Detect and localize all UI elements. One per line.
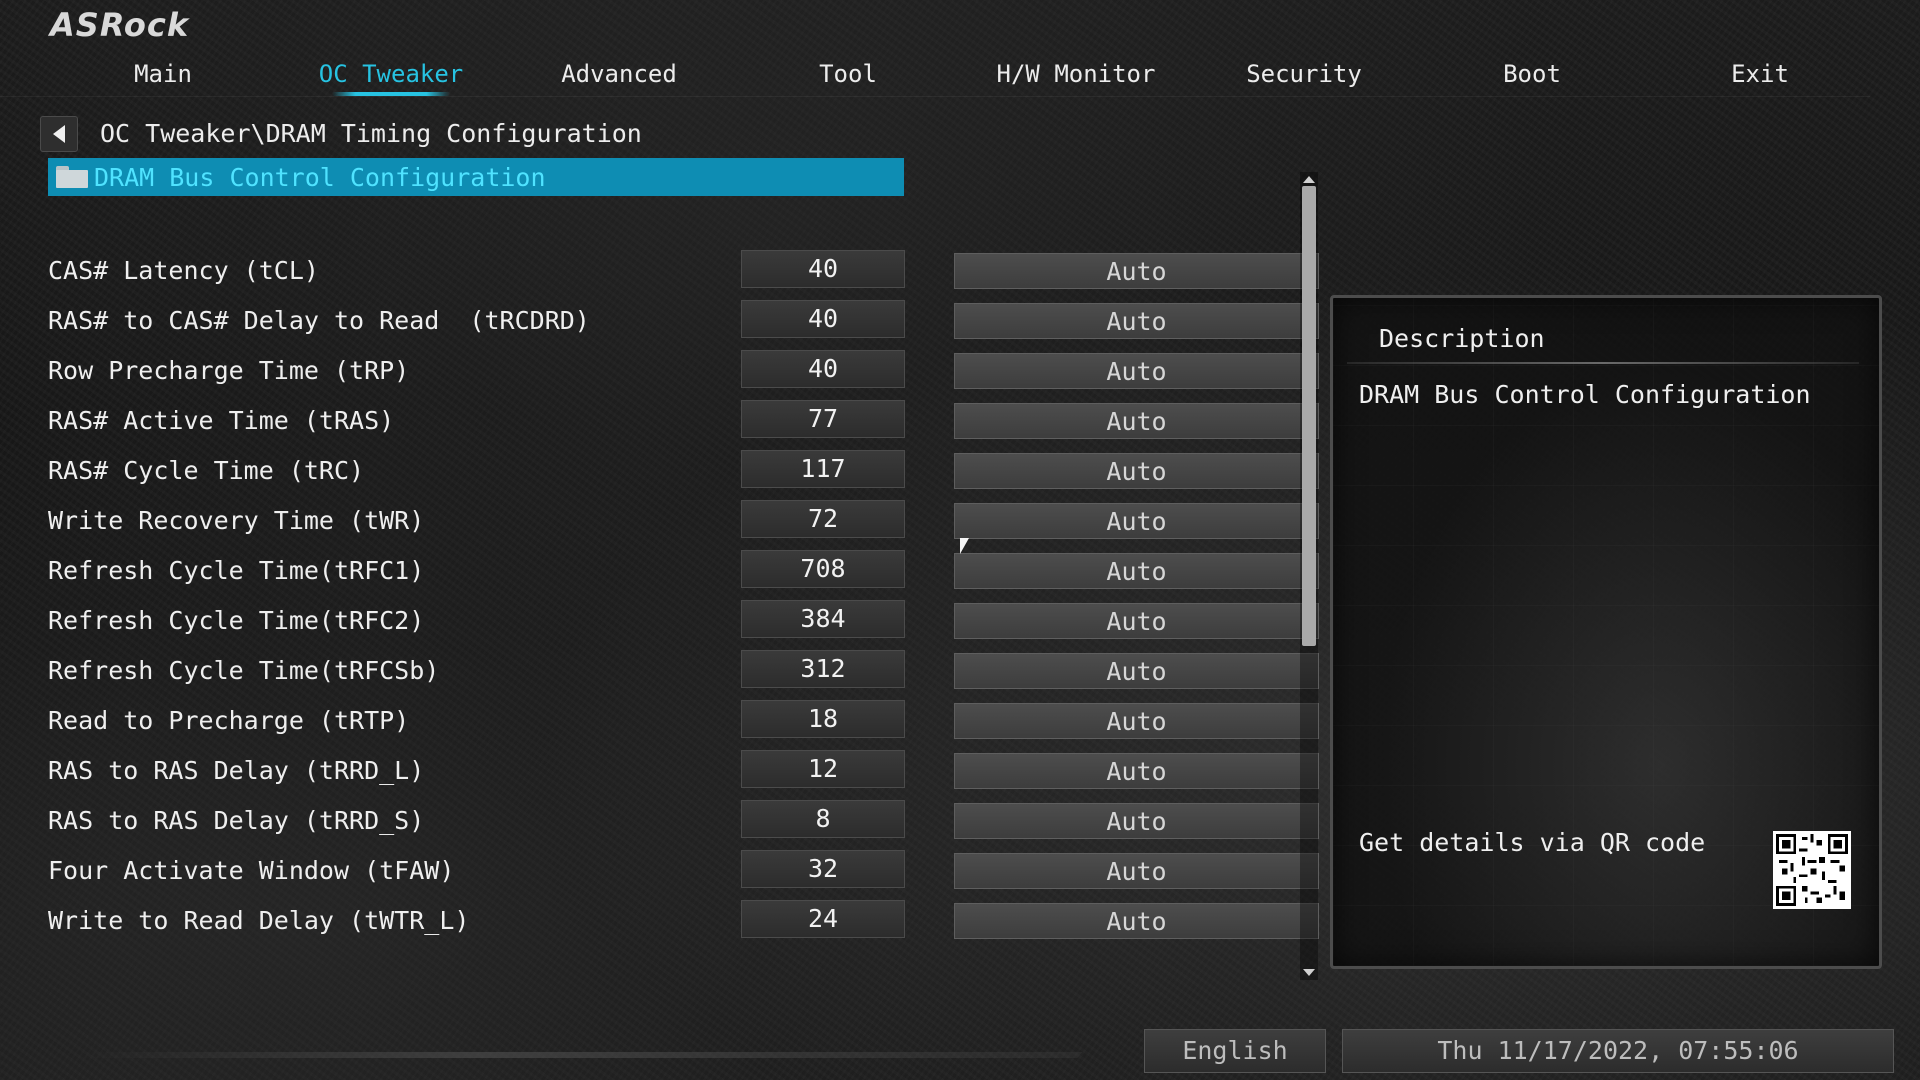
description-title: Description — [1379, 324, 1545, 353]
description-text: DRAM Bus Control Configuration — [1359, 380, 1811, 409]
qr-label: Get details via QR code — [1359, 828, 1706, 857]
setting-value-field[interactable]: 312 — [741, 650, 905, 688]
setting-value-field[interactable]: 708 — [741, 550, 905, 588]
setting-row-trfc2: Refresh Cycle Time(tRFC2) 384 Auto — [48, 600, 1319, 642]
datetime-display: Thu 11/17/2022, 07:55:06 — [1342, 1029, 1894, 1073]
setting-option-select[interactable]: Auto — [954, 303, 1319, 339]
tab-main[interactable]: Main — [63, 60, 263, 88]
scroll-up-arrow-icon[interactable] — [1303, 176, 1315, 183]
setting-label: Write to Read Delay (tWTR_L) — [48, 906, 470, 935]
scrollbar-thumb[interactable] — [1302, 186, 1316, 646]
setting-option-select[interactable]: Auto — [954, 653, 1319, 689]
setting-option-select[interactable]: Auto — [954, 903, 1319, 939]
setting-row-twtr-l: Write to Read Delay (tWTR_L) 24 Auto — [48, 900, 1319, 942]
setting-option-select[interactable]: Auto — [954, 753, 1319, 789]
setting-row-tras: RAS# Active Time (tRAS) 77 Auto — [48, 400, 1319, 442]
setting-label: Refresh Cycle Time(tRFC2) — [48, 606, 425, 635]
asrock-logo: ASRock — [50, 6, 190, 44]
setting-value-field[interactable]: 384 — [741, 600, 905, 638]
menu-item-label: DRAM Bus Control Configuration — [94, 162, 546, 192]
setting-value-field[interactable]: 40 — [741, 250, 905, 288]
setting-label: CAS# Latency (tCL) — [48, 256, 319, 285]
tab-oc-tweaker[interactable]: OC Tweaker — [291, 60, 491, 96]
setting-label: Read to Precharge (tRTP) — [48, 706, 410, 735]
scroll-down-arrow-icon[interactable] — [1303, 969, 1315, 976]
bios-screen: ASRock Main OC Tweaker Advanced Tool H/W… — [0, 0, 1920, 1080]
setting-option-select[interactable]: Auto — [954, 353, 1319, 389]
setting-label: Row Precharge Time (tRP) — [48, 356, 410, 385]
tab-hw-monitor[interactable]: H/W Monitor — [976, 60, 1176, 88]
footer-decoration — [77, 1052, 1083, 1058]
setting-label: RAS# Cycle Time (tRC) — [48, 456, 365, 485]
setting-value-field[interactable]: 77 — [741, 400, 905, 438]
setting-label: Write Recovery Time (tWR) — [48, 506, 425, 535]
setting-value-field[interactable]: 72 — [741, 500, 905, 538]
tab-tool[interactable]: Tool — [748, 60, 948, 88]
setting-label: Refresh Cycle Time(tRFCSb) — [48, 656, 440, 685]
setting-option-select[interactable]: Auto — [954, 803, 1319, 839]
menu-item-dram-bus-control[interactable]: DRAM Bus Control Configuration — [48, 158, 904, 196]
mouse-cursor-icon — [960, 538, 969, 554]
setting-row-trrd-s: RAS to RAS Delay (tRRD_S) 8 Auto — [48, 800, 1319, 842]
setting-label: RAS to RAS Delay (tRRD_S) — [48, 806, 425, 835]
setting-label: RAS# to CAS# Delay to Read (tRCDRD) — [48, 306, 590, 335]
setting-value-field[interactable]: 40 — [741, 300, 905, 338]
setting-label: RAS# Active Time (tRAS) — [48, 406, 395, 435]
tab-boot[interactable]: Boot — [1432, 60, 1632, 88]
setting-value-field[interactable]: 117 — [741, 450, 905, 488]
setting-value-field[interactable]: 18 — [741, 700, 905, 738]
qr-code-icon[interactable] — [1773, 831, 1851, 909]
setting-row-trtp: Read to Precharge (tRTP) 18 Auto — [48, 700, 1319, 742]
breadcrumb: OC Tweaker\DRAM Timing Configuration — [100, 119, 642, 148]
tab-security[interactable]: Security — [1204, 60, 1404, 88]
setting-option-select[interactable]: Auto — [954, 253, 1319, 289]
setting-option-select[interactable]: Auto — [954, 703, 1319, 739]
setting-row-trcdrd: RAS# to CAS# Delay to Read (tRCDRD) 40 A… — [48, 300, 1319, 342]
setting-label: Four Activate Window (tFAW) — [48, 856, 455, 885]
setting-label: RAS to RAS Delay (tRRD_L) — [48, 756, 425, 785]
setting-value-field[interactable]: 12 — [741, 750, 905, 788]
setting-value-field[interactable]: 32 — [741, 850, 905, 888]
folder-icon — [56, 166, 88, 188]
setting-row-tcl: CAS# Latency (tCL) 40 Auto — [48, 250, 1319, 292]
setting-row-trrd-l: RAS to RAS Delay (tRRD_L) 12 Auto — [48, 750, 1319, 792]
setting-value-field[interactable]: 8 — [741, 800, 905, 838]
setting-row-trfc1: Refresh Cycle Time(tRFC1) 708 Auto — [48, 550, 1319, 592]
setting-row-trfcsb: Refresh Cycle Time(tRFCSb) 312 Auto — [48, 650, 1319, 692]
language-button[interactable]: English — [1144, 1029, 1326, 1073]
setting-option-select[interactable]: Auto — [954, 403, 1319, 439]
setting-row-twr: Write Recovery Time (tWR) 72 Auto — [48, 500, 1319, 542]
setting-option-select[interactable]: Auto — [954, 603, 1319, 639]
back-button[interactable] — [40, 116, 78, 152]
setting-label: Refresh Cycle Time(tRFC1) — [48, 556, 425, 585]
setting-option-select[interactable]: Auto — [954, 553, 1319, 589]
tab-exit[interactable]: Exit — [1660, 60, 1860, 88]
active-tab-indicator — [332, 92, 450, 96]
setting-row-trc: RAS# Cycle Time (tRC) 117 Auto — [48, 450, 1319, 492]
setting-option-select[interactable]: Auto — [954, 453, 1319, 489]
description-panel: Description DRAM Bus Control Configurati… — [1330, 295, 1882, 969]
tab-advanced[interactable]: Advanced — [519, 60, 719, 88]
setting-value-field[interactable]: 24 — [741, 900, 905, 938]
top-nav: Main OC Tweaker Advanced Tool H/W Monito… — [0, 56, 1870, 97]
setting-row-tfaw: Four Activate Window (tFAW) 32 Auto — [48, 850, 1319, 892]
setting-value-field[interactable]: 40 — [741, 350, 905, 388]
setting-option-select[interactable]: Auto — [954, 853, 1319, 889]
setting-option-select[interactable]: Auto — [954, 503, 1319, 539]
settings-scrollbar[interactable] — [1300, 172, 1318, 980]
setting-row-trp: Row Precharge Time (tRP) 40 Auto — [48, 350, 1319, 392]
back-arrow-icon — [53, 125, 65, 143]
description-divider — [1347, 362, 1859, 364]
